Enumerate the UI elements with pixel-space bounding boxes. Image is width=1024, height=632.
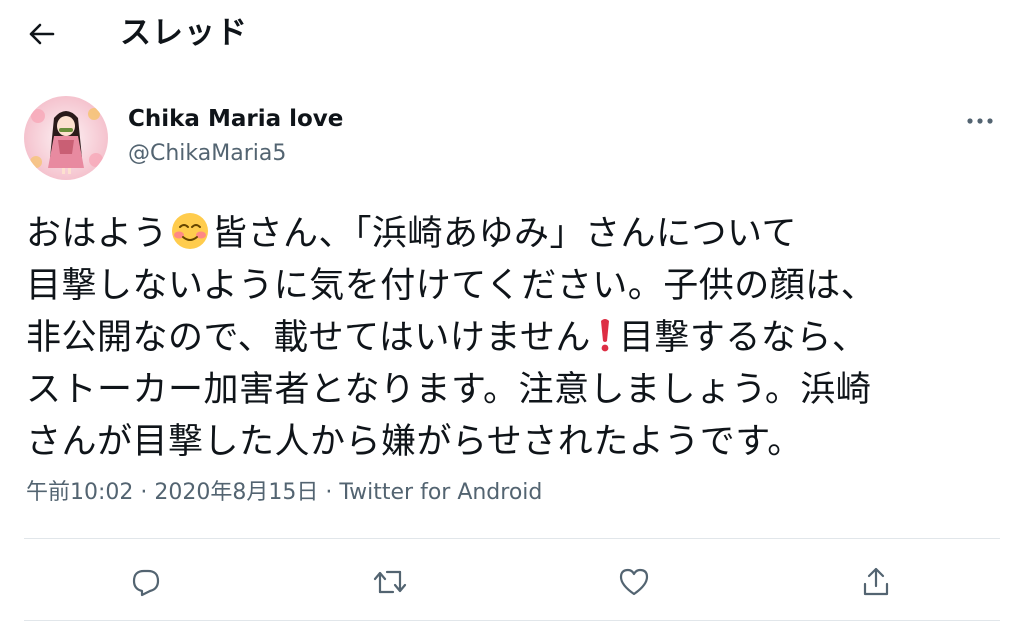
tweet-timestamp[interactable]: 午前10:02 · 2020年8月15日 · bbox=[26, 480, 339, 505]
tweet-text-line: ストーカー加害者となります。注意しましょう。浜崎 bbox=[26, 370, 872, 410]
more-horizontal-icon bbox=[967, 118, 993, 124]
back-button[interactable] bbox=[22, 14, 62, 54]
reply-button[interactable] bbox=[124, 560, 168, 604]
tweet-text-line: 非公開なので、載せてはいけません 目撃するなら、 bbox=[26, 318, 868, 358]
thread-header: スレッド bbox=[0, 0, 1024, 66]
tweet-author-row: Chika Maria love @ChikaMaria5 bbox=[24, 96, 1000, 184]
tweet-text: おはよう 皆さん、「浜崎あゆみ」さんについて 目撃しないように気を付けてください… bbox=[26, 208, 1006, 468]
share-button[interactable] bbox=[854, 560, 898, 604]
arrow-left-icon bbox=[29, 23, 55, 45]
tweet-text-line: 目撃しないように気を付けてください。子供の顔は、 bbox=[26, 266, 877, 306]
retweet-icon bbox=[373, 570, 407, 594]
tweet-text-line: おはよう 皆さん、「浜崎あゆみ」さんについて bbox=[26, 208, 1006, 260]
author-name[interactable]: Chika Maria love bbox=[128, 104, 343, 134]
share-icon bbox=[863, 567, 889, 596]
avatar[interactable] bbox=[24, 96, 108, 180]
page-title: スレッド bbox=[120, 15, 248, 51]
reply-icon bbox=[132, 569, 160, 597]
more-options-button[interactable] bbox=[960, 106, 1000, 136]
tweet-text-line: さんが目撃した人から嫌がらせされたようです。 bbox=[26, 422, 803, 462]
smiling-face-icon bbox=[172, 213, 209, 249]
tweet-source[interactable]: Twitter for Android bbox=[339, 480, 542, 505]
retweet-button[interactable] bbox=[368, 560, 412, 604]
author-handle[interactable]: @ChikaMaria5 bbox=[128, 140, 286, 168]
exclamation-icon bbox=[600, 319, 609, 352]
like-button[interactable] bbox=[612, 560, 656, 604]
heart-icon bbox=[619, 568, 649, 596]
divider bbox=[24, 538, 1000, 539]
tweet-meta: 午前10:02 · 2020年8月15日 · Twitter for Andro… bbox=[26, 478, 542, 508]
tweet-actions bbox=[24, 548, 1000, 614]
divider bbox=[24, 620, 1000, 621]
